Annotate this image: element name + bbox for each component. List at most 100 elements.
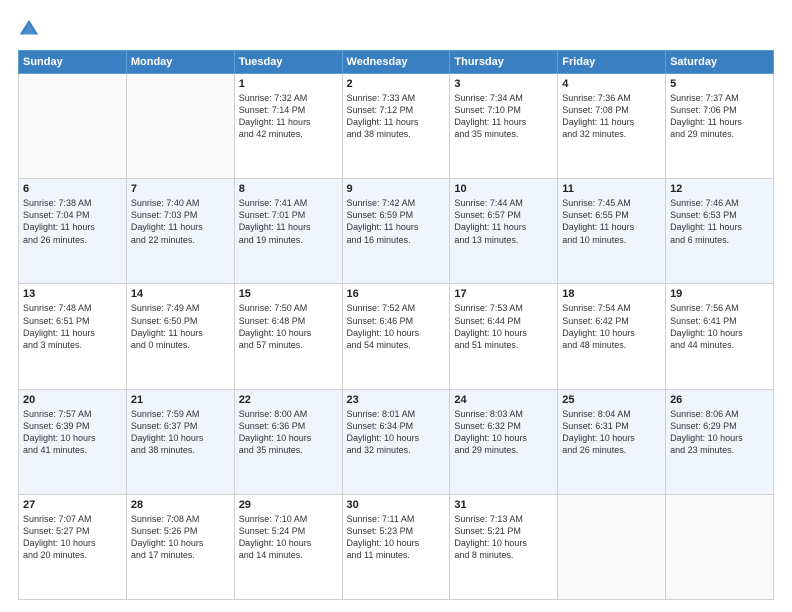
- calendar-cell: 24 Sunrise: 8:03 AMSunset: 6:32 PMDayligh…: [450, 389, 558, 494]
- day-number: 11: [562, 183, 661, 195]
- day-number: 27: [23, 499, 122, 511]
- calendar-cell: 15 Sunrise: 7:50 AMSunset: 6:48 PMDayligh…: [234, 284, 342, 389]
- day-number: 7: [131, 183, 230, 195]
- day-number: 29: [239, 499, 338, 511]
- day-number: 28: [131, 499, 230, 511]
- cell-text: Sunrise: 7:37 AMSunset: 7:06 PMDaylight:…: [670, 92, 769, 141]
- cell-text: Sunrise: 7:57 AMSunset: 6:39 PMDaylight:…: [23, 408, 122, 457]
- day-number: 15: [239, 288, 338, 300]
- calendar-cell: 2 Sunrise: 7:33 AMSunset: 7:12 PMDaylight…: [342, 74, 450, 179]
- cell-text: Sunrise: 7:13 AMSunset: 5:21 PMDaylight:…: [454, 513, 553, 562]
- day-number: 13: [23, 288, 122, 300]
- calendar-cell: 22 Sunrise: 8:00 AMSunset: 6:36 PMDayligh…: [234, 389, 342, 494]
- header-row: SundayMondayTuesdayWednesdayThursdayFrid…: [19, 51, 774, 74]
- cell-text: Sunrise: 7:46 AMSunset: 6:53 PMDaylight:…: [670, 197, 769, 246]
- day-header-monday: Monday: [126, 51, 234, 74]
- calendar-cell: 20 Sunrise: 7:57 AMSunset: 6:39 PMDayligh…: [19, 389, 127, 494]
- cell-text: Sunrise: 7:52 AMSunset: 6:46 PMDaylight:…: [347, 302, 446, 351]
- day-number: 24: [454, 394, 553, 406]
- day-number: 9: [347, 183, 446, 195]
- calendar-cell: 16 Sunrise: 7:52 AMSunset: 6:46 PMDayligh…: [342, 284, 450, 389]
- cell-text: Sunrise: 7:07 AMSunset: 5:27 PMDaylight:…: [23, 513, 122, 562]
- day-number: 26: [670, 394, 769, 406]
- cell-text: Sunrise: 7:11 AMSunset: 5:23 PMDaylight:…: [347, 513, 446, 562]
- calendar-cell: 25 Sunrise: 8:04 AMSunset: 6:31 PMDayligh…: [558, 389, 666, 494]
- day-header-tuesday: Tuesday: [234, 51, 342, 74]
- week-row-3: 13 Sunrise: 7:48 AMSunset: 6:51 PMDayligh…: [19, 284, 774, 389]
- calendar-cell: 7 Sunrise: 7:40 AMSunset: 7:03 PMDaylight…: [126, 179, 234, 284]
- day-header-thursday: Thursday: [450, 51, 558, 74]
- cell-text: Sunrise: 8:06 AMSunset: 6:29 PMDaylight:…: [670, 408, 769, 457]
- calendar-cell: 18 Sunrise: 7:54 AMSunset: 6:42 PMDayligh…: [558, 284, 666, 389]
- logo-icon: [18, 18, 40, 40]
- calendar-cell: 31 Sunrise: 7:13 AMSunset: 5:21 PMDayligh…: [450, 494, 558, 599]
- week-row-5: 27 Sunrise: 7:07 AMSunset: 5:27 PMDayligh…: [19, 494, 774, 599]
- calendar-cell: [19, 74, 127, 179]
- day-number: 17: [454, 288, 553, 300]
- day-number: 20: [23, 394, 122, 406]
- day-number: 5: [670, 78, 769, 90]
- calendar-cell: [558, 494, 666, 599]
- cell-text: Sunrise: 8:01 AMSunset: 6:34 PMDaylight:…: [347, 408, 446, 457]
- calendar-cell: 27 Sunrise: 7:07 AMSunset: 5:27 PMDayligh…: [19, 494, 127, 599]
- header: [18, 18, 774, 40]
- day-number: 19: [670, 288, 769, 300]
- calendar-cell: 23 Sunrise: 8:01 AMSunset: 6:34 PMDayligh…: [342, 389, 450, 494]
- calendar-cell: [126, 74, 234, 179]
- day-number: 6: [23, 183, 122, 195]
- cell-text: Sunrise: 7:33 AMSunset: 7:12 PMDaylight:…: [347, 92, 446, 141]
- cell-text: Sunrise: 7:10 AMSunset: 5:24 PMDaylight:…: [239, 513, 338, 562]
- day-number: 23: [347, 394, 446, 406]
- calendar-cell: 28Sunrise: 7:08 AMSunset: 5:26 PMDayligh…: [126, 494, 234, 599]
- day-header-saturday: Saturday: [666, 51, 774, 74]
- day-number: 2: [347, 78, 446, 90]
- cell-text: Sunrise: 8:00 AMSunset: 6:36 PMDaylight:…: [239, 408, 338, 457]
- day-header-friday: Friday: [558, 51, 666, 74]
- cell-text: Sunrise: 7:40 AMSunset: 7:03 PMDaylight:…: [131, 197, 230, 246]
- day-number: 30: [347, 499, 446, 511]
- day-number: 22: [239, 394, 338, 406]
- cell-text: Sunrise: 7:36 AMSunset: 7:08 PMDaylight:…: [562, 92, 661, 141]
- day-number: 25: [562, 394, 661, 406]
- cell-text: Sunrise: 7:41 AMSunset: 7:01 PMDaylight:…: [239, 197, 338, 246]
- cell-text: Sunrise: 8:03 AMSunset: 6:32 PMDaylight:…: [454, 408, 553, 457]
- cell-text: Sunrise: 7:42 AMSunset: 6:59 PMDaylight:…: [347, 197, 446, 246]
- day-number: 18: [562, 288, 661, 300]
- day-number: 14: [131, 288, 230, 300]
- cell-text: Sunrise: 7:56 AMSunset: 6:41 PMDaylight:…: [670, 302, 769, 351]
- calendar-cell: 9 Sunrise: 7:42 AMSunset: 6:59 PMDaylight…: [342, 179, 450, 284]
- calendar-cell: 4 Sunrise: 7:36 AMSunset: 7:08 PMDaylight…: [558, 74, 666, 179]
- calendar-table: SundayMondayTuesdayWednesdayThursdayFrid…: [18, 50, 774, 600]
- cell-text: Sunrise: 7:54 AMSunset: 6:42 PMDaylight:…: [562, 302, 661, 351]
- day-number: 8: [239, 183, 338, 195]
- day-number: 3: [454, 78, 553, 90]
- cell-text: Sunrise: 7:32 AMSunset: 7:14 PMDaylight:…: [239, 92, 338, 141]
- day-number: 4: [562, 78, 661, 90]
- calendar-cell: 12Sunrise: 7:46 AMSunset: 6:53 PMDayligh…: [666, 179, 774, 284]
- cell-text: Sunrise: 7:48 AMSunset: 6:51 PMDaylight:…: [23, 302, 122, 351]
- week-row-1: 1 Sunrise: 7:32 AMSunset: 7:14 PMDaylight…: [19, 74, 774, 179]
- cell-text: Sunrise: 7:50 AMSunset: 6:48 PMDaylight:…: [239, 302, 338, 351]
- cell-text: Sunrise: 7:53 AMSunset: 6:44 PMDaylight:…: [454, 302, 553, 351]
- calendar-cell: 10Sunrise: 7:44 AMSunset: 6:57 PMDayligh…: [450, 179, 558, 284]
- day-number: 1: [239, 78, 338, 90]
- calendar-cell: [666, 494, 774, 599]
- day-number: 16: [347, 288, 446, 300]
- calendar-cell: 29 Sunrise: 7:10 AMSunset: 5:24 PMDayligh…: [234, 494, 342, 599]
- week-row-4: 20 Sunrise: 7:57 AMSunset: 6:39 PMDayligh…: [19, 389, 774, 494]
- day-number: 31: [454, 499, 553, 511]
- cell-text: Sunrise: 7:34 AMSunset: 7:10 PMDaylight:…: [454, 92, 553, 141]
- calendar-cell: 17 Sunrise: 7:53 AMSunset: 6:44 PMDayligh…: [450, 284, 558, 389]
- week-row-2: 6 Sunrise: 7:38 AMSunset: 7:04 PMDaylight…: [19, 179, 774, 284]
- calendar-cell: 8 Sunrise: 7:41 AMSunset: 7:01 PMDaylight…: [234, 179, 342, 284]
- cell-text: Sunrise: 8:04 AMSunset: 6:31 PMDaylight:…: [562, 408, 661, 457]
- logo: [18, 18, 44, 40]
- calendar-cell: 30 Sunrise: 7:11 AMSunset: 5:23 PMDayligh…: [342, 494, 450, 599]
- calendar-cell: 11 Sunrise: 7:45 AMSunset: 6:55 PMDayligh…: [558, 179, 666, 284]
- calendar-cell: 6 Sunrise: 7:38 AMSunset: 7:04 PMDaylight…: [19, 179, 127, 284]
- day-header-sunday: Sunday: [19, 51, 127, 74]
- day-number: 10: [454, 183, 553, 195]
- cell-text: Sunrise: 7:59 AMSunset: 6:37 PMDaylight:…: [131, 408, 230, 457]
- cell-text: Sunrise: 7:38 AMSunset: 7:04 PMDaylight:…: [23, 197, 122, 246]
- cell-text: Sunrise: 7:45 AMSunset: 6:55 PMDaylight:…: [562, 197, 661, 246]
